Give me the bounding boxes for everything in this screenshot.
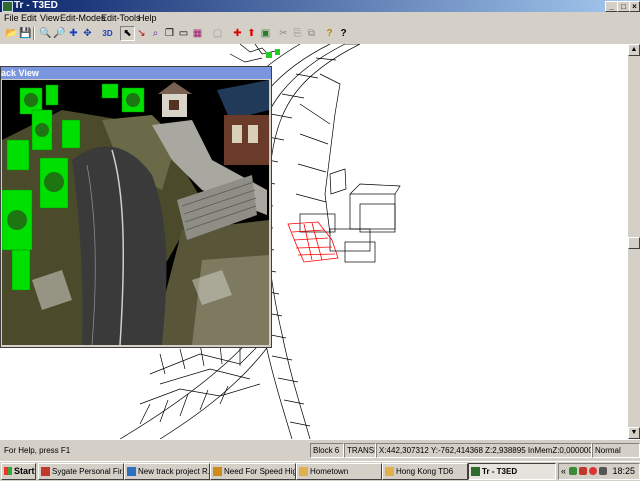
paste-icon[interactable]: ⎘ xyxy=(290,26,305,41)
menu-edit[interactable]: Edit xyxy=(21,12,37,24)
rotate-icon[interactable]: ✥ xyxy=(80,26,95,41)
tray-clock[interactable]: 18:25 xyxy=(612,464,635,479)
menu-bar: File Edit View Edit-Modes Edit-Tools Hel… xyxy=(0,12,640,24)
menu-edit-tools[interactable]: Edit-Tools xyxy=(101,12,141,24)
status-bar: For Help, press F1 Block 6 TRANSL X:442,… xyxy=(0,439,640,462)
close-button[interactable]: × xyxy=(629,1,640,12)
texture-icon[interactable]: ▣ xyxy=(258,26,273,41)
paint-icon[interactable]: ▦ xyxy=(190,26,205,41)
taskbar-item[interactable]: Need For Speed Hig... xyxy=(210,463,296,480)
status-coordinates: X:442,307312 Y:-762,414368 Z:2,938895 In… xyxy=(376,443,592,458)
move-icon[interactable]: ✚ xyxy=(66,26,81,41)
zoom-out-icon[interactable]: 🔎 xyxy=(52,26,67,41)
folder-icon xyxy=(299,467,308,476)
vertical-scrollbar[interactable]: ▲ ▼ xyxy=(628,44,640,439)
mark-icon[interactable]: ↘ xyxy=(134,26,149,41)
copy-icon[interactable]: ❐ xyxy=(162,26,177,41)
eraser-icon[interactable]: ▢ xyxy=(210,26,225,41)
arrow-up-icon[interactable]: ⬆ xyxy=(244,26,259,41)
rectangle-icon[interactable]: ▭ xyxy=(176,26,191,41)
add-point-icon[interactable]: ✚ xyxy=(230,26,245,41)
taskbar: Start Sygate Personal Fir... New track p… xyxy=(0,461,640,481)
app-icon xyxy=(2,1,13,12)
back-view-title: ack View xyxy=(1,68,39,78)
taskbar-item[interactable]: Hong Kong TD6 xyxy=(382,463,468,480)
menu-file[interactable]: File xyxy=(4,12,19,24)
toolbar: 📂 💾 🔍 🔎 ✚ ✥ 3D ⬉ ↘ ⌕ ❐ ▭ ▦ ▢ ✚ ⬆ ▣ ✂ ⎘ ⧉… xyxy=(0,24,640,45)
firewall-icon xyxy=(41,467,50,476)
t3ed-icon xyxy=(471,467,480,476)
window-title: Tr - T3ED xyxy=(14,0,58,11)
back-view-render xyxy=(2,80,269,345)
tray-network-icon[interactable] xyxy=(569,467,577,475)
system-tray: « 18:25 xyxy=(558,463,640,480)
help-icon[interactable]: ? xyxy=(322,26,337,41)
status-help-text: For Help, press F1 xyxy=(4,446,71,455)
duplicate-icon[interactable]: ⧉ xyxy=(304,26,319,41)
taskbar-item-active[interactable]: Tr - T3ED xyxy=(468,463,556,480)
zoom-in-icon[interactable]: 🔍 xyxy=(38,26,53,41)
title-bar: Tr - T3ED _ □ × xyxy=(0,0,640,12)
scroll-up-icon[interactable]: ▲ xyxy=(628,44,640,56)
context-help-icon[interactable]: ? xyxy=(336,26,351,41)
taskbar-item[interactable]: Hometown xyxy=(296,463,382,480)
browser-icon xyxy=(127,467,136,476)
3d-view-icon[interactable]: 3D xyxy=(100,26,115,41)
menu-help[interactable]: Help xyxy=(138,12,157,24)
tray-firewall-icon[interactable] xyxy=(579,467,587,475)
magnify-icon[interactable]: ⌕ xyxy=(148,26,163,41)
back-view-window[interactable]: ack View xyxy=(0,66,272,348)
game-icon xyxy=(213,467,222,476)
scroll-down-icon[interactable]: ▼ xyxy=(628,427,640,439)
windows-flag-icon xyxy=(4,467,12,475)
taskbar-item[interactable]: New track project R... xyxy=(124,463,210,480)
tray-volume-icon[interactable] xyxy=(599,467,607,475)
back-view-title-bar[interactable]: ack View xyxy=(1,67,271,79)
status-mode: TRANSL xyxy=(344,443,376,458)
menu-view[interactable]: View xyxy=(40,12,59,24)
status-view-mode: Normal xyxy=(592,443,640,458)
select-icon[interactable]: ⬉ xyxy=(120,26,135,41)
open-icon[interactable]: 📂 xyxy=(4,26,19,41)
status-block: Block 6 xyxy=(310,443,344,458)
folder-icon xyxy=(385,467,394,476)
selected-block xyxy=(287,221,339,263)
taskbar-item[interactable]: Sygate Personal Fir... xyxy=(38,463,124,480)
tray-antivirus-icon[interactable] xyxy=(589,467,597,475)
cut-icon[interactable]: ✂ xyxy=(276,26,291,41)
menu-edit-modes[interactable]: Edit-Modes xyxy=(60,12,106,24)
save-icon[interactable]: 💾 xyxy=(18,26,33,41)
tray-expand-icon[interactable]: « xyxy=(561,464,566,479)
start-button[interactable]: Start xyxy=(1,463,36,480)
toolbar-separator xyxy=(33,27,35,40)
scroll-thumb[interactable] xyxy=(628,237,640,249)
